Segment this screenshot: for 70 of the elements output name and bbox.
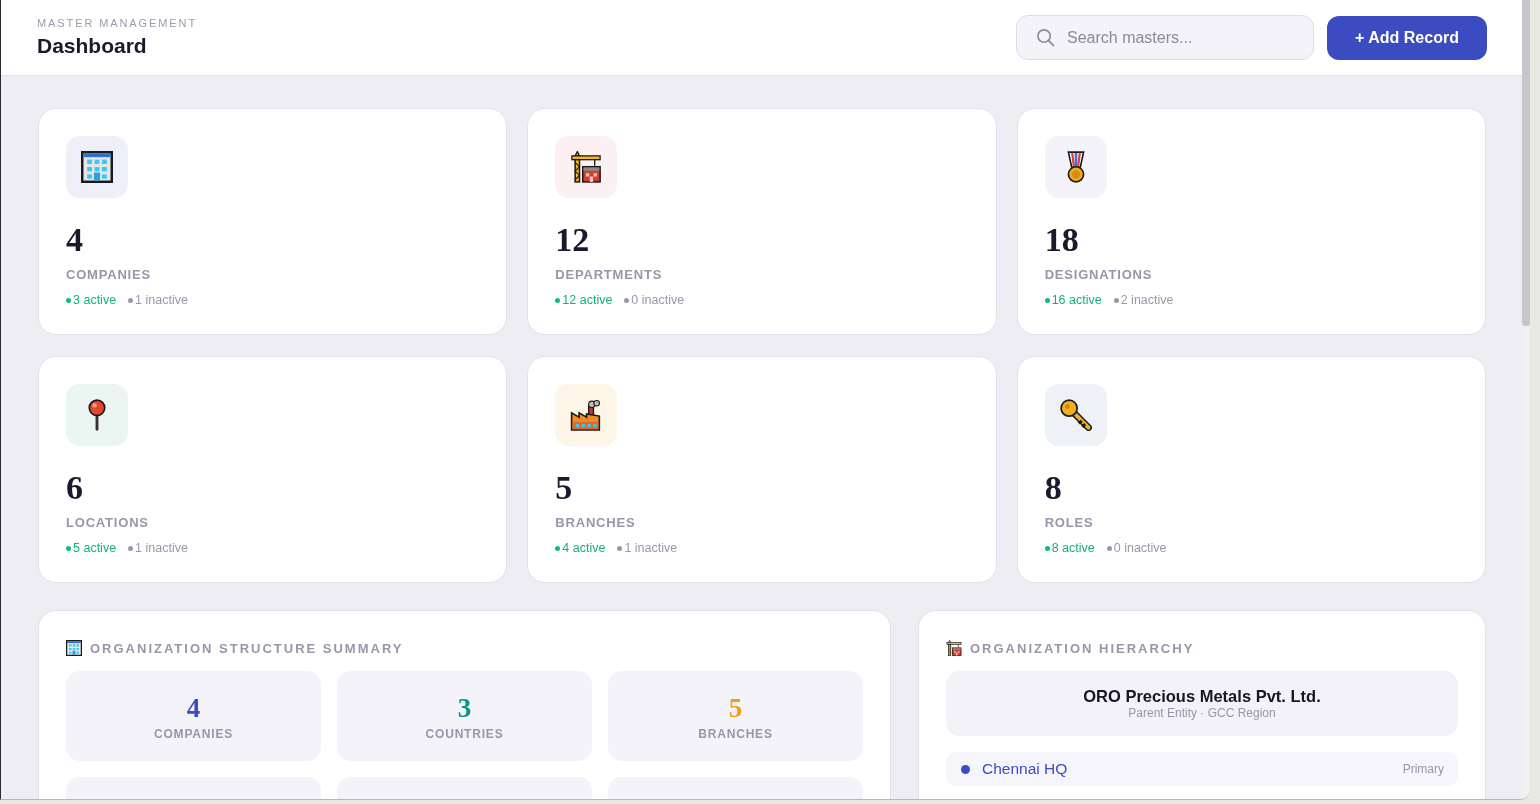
status-dot-icon	[555, 297, 561, 303]
status-dot-icon	[1106, 545, 1112, 551]
page-title: Dashboard	[37, 33, 147, 58]
branch-row[interactable]: Chennai HQ Primary	[946, 752, 1458, 786]
stat-value: 6	[66, 468, 83, 508]
stat-label: BRANCHES	[555, 514, 636, 532]
stat-card[interactable]: 4 COMPANIES 3 active 1 inactive	[38, 108, 508, 335]
search-icon	[1036, 28, 1055, 47]
bullet-dot-icon	[961, 764, 970, 774]
medal-icon	[1044, 136, 1107, 198]
summary-value: 5	[728, 693, 743, 723]
summary-label: COUNTRIES	[425, 727, 504, 741]
stat-label: ROLES	[1044, 514, 1094, 532]
stat-label: COMPANIES	[66, 266, 151, 284]
status-dot-icon	[66, 297, 71, 303]
factory-icon	[555, 384, 618, 446]
summary-label: BRANCHES	[698, 727, 773, 741]
stat-card[interactable]: 8 ROLES 8 active 0 inactive	[1016, 356, 1486, 583]
search-field[interactable]: Search masters...	[1016, 15, 1314, 60]
status-dot-icon	[1044, 297, 1050, 303]
panel-title: ORGANIZATION HIERARCHY	[970, 640, 1195, 656]
stat-card[interactable]: 12 DEPARTMENTS 12 active 0 inactive	[527, 108, 997, 335]
scrollbar-thumb[interactable]	[1522, 0, 1530, 326]
stat-card[interactable]: 6 LOCATIONS 5 active 1 inactive	[38, 356, 508, 583]
parent-entity-subtitle: Parent Entity · GCC Region	[1128, 706, 1276, 721]
summary-value: 3	[457, 693, 472, 723]
inactive-count: 0 inactive	[1113, 540, 1167, 557]
parent-entity-name: ORO Precious Metals Pvt. Ltd.	[1083, 686, 1321, 706]
branch-name: Chennai HQ	[982, 760, 1068, 778]
inactive-count: 1 inactive	[135, 292, 188, 309]
stat-label: LOCATIONS	[66, 514, 149, 532]
status-dot-icon	[1044, 545, 1050, 551]
status-dot-icon	[128, 297, 134, 303]
stat-value: 18	[1044, 220, 1079, 260]
crane-icon	[555, 136, 618, 198]
crane-icon	[946, 640, 962, 656]
add-record-button[interactable]: + Add Record	[1327, 15, 1487, 60]
stat-label: DESIGNATIONS	[1044, 266, 1153, 284]
summary-value: 4	[186, 693, 201, 723]
stat-value: 8	[1044, 468, 1062, 508]
status-dot-icon	[555, 545, 561, 551]
key-icon	[1044, 384, 1107, 446]
active-count: 16 active	[1051, 292, 1102, 309]
panel-title: ORGANIZATION STRUCTURE SUMMARY	[90, 640, 404, 656]
stat-card[interactable]: 5 BRANCHES 4 active 1 inactive	[527, 356, 997, 583]
inactive-count: 0 inactive	[631, 292, 685, 309]
inactive-count: 2 inactive	[1120, 292, 1174, 309]
stat-value: 12	[555, 220, 590, 260]
active-count: 8 active	[1051, 540, 1095, 557]
active-count: 4 active	[562, 540, 606, 557]
active-count: 5 active	[73, 540, 117, 557]
status-dot-icon	[128, 545, 134, 551]
stat-card[interactable]: 18 DESIGNATIONS 16 active 2 inactive	[1016, 108, 1486, 335]
building-icon	[66, 640, 82, 656]
pin-icon	[66, 384, 128, 446]
active-count: 12 active	[562, 292, 613, 309]
stat-value: 4	[66, 220, 83, 260]
inactive-count: 1 inactive	[135, 540, 188, 557]
branch-tag: Primary	[1402, 762, 1444, 776]
eyebrow-label: MASTER MANAGEMENT	[37, 17, 198, 30]
summary-label: COMPANIES	[154, 727, 233, 741]
active-count: 3 active	[73, 292, 117, 309]
building-icon	[66, 136, 128, 198]
stat-label: DEPARTMENTS	[555, 266, 663, 284]
status-dot-icon	[66, 545, 71, 551]
status-dot-icon	[624, 297, 630, 303]
stat-value: 5	[555, 468, 573, 508]
inactive-count: 1 inactive	[624, 540, 678, 557]
status-dot-icon	[617, 545, 623, 551]
status-dot-icon	[1113, 297, 1119, 303]
